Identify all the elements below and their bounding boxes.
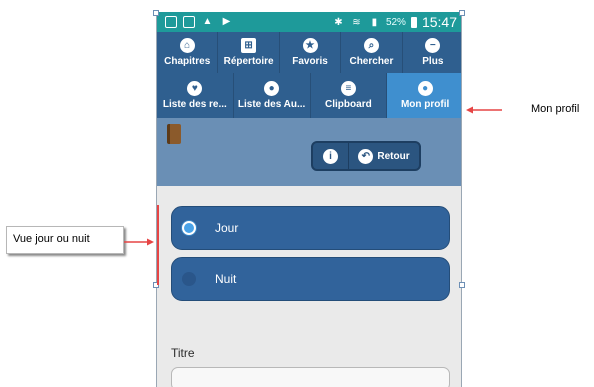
- wifi-icon: ≋: [352, 16, 361, 28]
- nav-label: Clipboard: [325, 99, 372, 110]
- signal-icon: ▮: [371, 16, 378, 28]
- user-icon: ●: [264, 81, 280, 96]
- back-arrow-icon: ↶: [358, 148, 374, 164]
- nav-item-mon-profil[interactable]: ● Mon profil: [387, 73, 461, 118]
- grid-icon: ⊞: [241, 38, 257, 53]
- radio-unselected-icon: [182, 272, 196, 286]
- nav-label: Favoris: [292, 56, 328, 67]
- star-icon: ★: [302, 38, 318, 53]
- battery-percent: 52%: [385, 16, 406, 28]
- selection-handle[interactable]: [459, 282, 465, 288]
- nav-item-favoris[interactable]: ★ Favoris: [279, 32, 342, 73]
- info-button[interactable]: i: [313, 143, 349, 169]
- selection-handle[interactable]: [153, 10, 159, 16]
- info-icon: i: [323, 148, 338, 164]
- nav-item-clipboard[interactable]: ≡ Clipboard: [310, 73, 388, 118]
- bracket-line: [157, 205, 159, 285]
- nav-label: Chercher: [349, 56, 394, 67]
- warning-icon: ▲: [202, 16, 213, 27]
- nav-row-secondary: ♥ Liste des re... ● Liste des Au... ≡ Cl…: [157, 73, 461, 118]
- nav-item-chapitres[interactable]: ⌂ Chapitres: [157, 32, 219, 73]
- nav-label: Liste des re...: [162, 99, 227, 110]
- mode-callout: Vue jour ou nuit: [6, 226, 124, 254]
- gallery-icon: [165, 15, 177, 28]
- radio-selected-icon: [182, 221, 196, 235]
- toolbar-button-group: i ↶ Retour: [311, 141, 421, 171]
- nav-label: Plus: [422, 56, 444, 67]
- back-button[interactable]: ↶ Retour: [349, 143, 419, 169]
- minus-icon: −: [425, 38, 441, 53]
- back-button-label: Retour: [377, 150, 410, 162]
- status-left-icons: ▲ ▶: [165, 15, 233, 28]
- title-label: Titre: [171, 346, 195, 360]
- nav-item-liste-des-au[interactable]: ● Liste des Au...: [233, 73, 311, 118]
- nav-item-repertoire[interactable]: ⊞ Répertoire: [218, 32, 280, 73]
- page-toolbar: i ↶ Retour: [157, 118, 461, 186]
- screenshot-canvas: ▲ ▶ ✱ ≋ ▮ 52% 15:47 ⌂ Chapitres ⊞ Répert…: [0, 0, 594, 387]
- play-icon: ▶: [222, 16, 231, 27]
- selection-handle[interactable]: [459, 10, 465, 16]
- book-icon: [167, 124, 181, 144]
- home-icon: ⌂: [179, 38, 195, 53]
- arrow-left-icon: [466, 106, 502, 114]
- status-right-icons: ✱ ≋ ▮ 52% 15:47: [332, 14, 457, 30]
- nav-label: Mon profil: [400, 99, 450, 110]
- arrow-right-icon: [124, 238, 154, 246]
- radio-label: Jour: [215, 221, 239, 235]
- status-bar: ▲ ▶ ✱ ≋ ▮ 52% 15:47: [157, 12, 461, 32]
- nav-label: Répertoire: [223, 56, 274, 67]
- nav-item-plus[interactable]: − Plus: [402, 32, 461, 73]
- nav-row-primary: ⌂ Chapitres ⊞ Répertoire ★ Favoris ⌕ Che…: [157, 32, 461, 73]
- nav-label: Chapitres: [164, 56, 211, 67]
- search-icon: ⌕: [363, 38, 379, 53]
- nav-item-liste-des-re[interactable]: ♥ Liste des re...: [157, 73, 234, 118]
- radio-option-jour[interactable]: Jour: [171, 206, 450, 250]
- user-icon: ●: [417, 81, 433, 96]
- phone-screen: ▲ ▶ ✱ ≋ ▮ 52% 15:47 ⌂ Chapitres ⊞ Répert…: [156, 12, 462, 387]
- radio-label: Nuit: [215, 272, 237, 286]
- radio-option-nuit[interactable]: Nuit: [171, 257, 450, 301]
- battery-icon: [410, 16, 417, 28]
- clock-time: 15:47: [421, 14, 457, 30]
- nav-label: Liste des Au...: [237, 99, 306, 110]
- title-input[interactable]: [171, 367, 450, 387]
- list-icon: ≡: [340, 81, 356, 96]
- main-content: Jour Nuit Titre: [157, 186, 461, 387]
- heart-icon: ♥: [187, 81, 203, 96]
- clock-icon: [183, 15, 195, 28]
- profile-callout: Mon profil: [531, 103, 580, 115]
- nav-item-chercher[interactable]: ⌕ Chercher: [341, 32, 403, 73]
- bluetooth-icon: ✱: [334, 16, 343, 28]
